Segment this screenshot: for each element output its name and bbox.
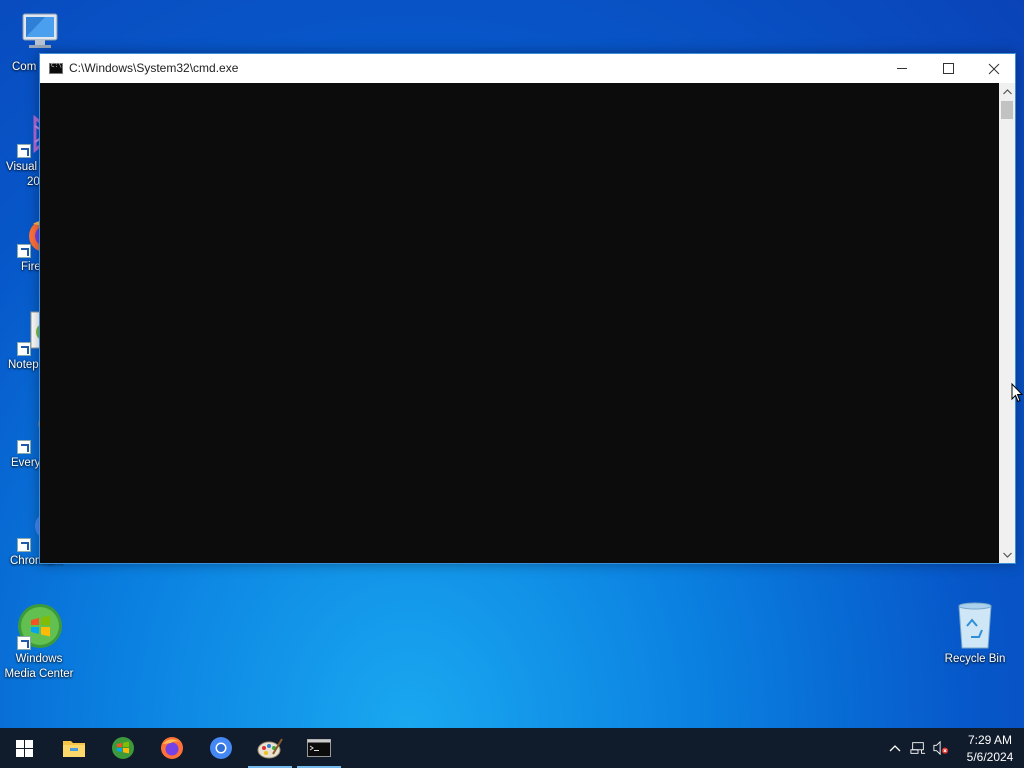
taskbar: 7:29 AM 5/6/2024: [0, 728, 1024, 768]
network-icon[interactable]: [910, 740, 926, 756]
minimize-button[interactable]: [879, 54, 925, 83]
windows-media-center-icon: [112, 737, 134, 759]
mouse-cursor-icon: [1011, 383, 1023, 403]
clock-date: 5/6/2024: [966, 750, 1014, 764]
maximize-button[interactable]: [925, 54, 971, 83]
scroll-up-arrow-icon[interactable]: [999, 83, 1015, 100]
cmd-icon: [49, 62, 63, 74]
taskbar-windows-media-center[interactable]: [99, 728, 147, 768]
close-icon: [988, 63, 1000, 74]
taskbar-paint[interactable]: [246, 728, 294, 768]
firefox-icon: [161, 737, 183, 759]
taskbar-file-explorer[interactable]: [50, 728, 98, 768]
window-title: C:\Windows\System32\cmd.exe: [69, 61, 239, 75]
shortcut-arrow-icon: [17, 440, 31, 454]
close-button[interactable]: [971, 54, 1017, 83]
shortcut-arrow-icon: [17, 538, 31, 552]
taskbar-chromium[interactable]: [197, 728, 245, 768]
desktop-icon-label: Media Center: [4, 668, 74, 680]
minimize-icon: [897, 68, 907, 69]
paint-palette-icon: [257, 738, 283, 759]
system-clock[interactable]: 7:29 AM 5/6/2024: [962, 732, 1018, 766]
scroll-down-arrow-icon[interactable]: [999, 546, 1015, 563]
taskbar-cmd[interactable]: [295, 728, 343, 768]
cmd-window[interactable]: C:\Windows\System32\cmd.exe: [39, 53, 1016, 564]
scrollbar-thumb[interactable]: [1001, 101, 1013, 119]
taskbar-firefox[interactable]: [148, 728, 196, 768]
recycle-bin-icon: [951, 602, 999, 650]
start-button[interactable]: [0, 728, 48, 768]
chromium-icon: [210, 737, 232, 759]
shortcut-arrow-icon: [17, 636, 31, 650]
shortcut-arrow-icon: [17, 342, 31, 356]
title-bar[interactable]: C:\Windows\System32\cmd.exe: [40, 54, 1015, 83]
console-area[interactable]: [40, 83, 999, 563]
shortcut-arrow-icon: [17, 244, 31, 258]
folder-icon: [63, 741, 85, 757]
vertical-scrollbar[interactable]: [999, 83, 1015, 563]
desktop-icon-label: Recycle Bin: [944, 653, 1006, 665]
desktop-icon-windows-media-center[interactable]: Windows Media Center: [0, 602, 78, 682]
windows-media-center-icon: [15, 602, 63, 650]
desktop-icon-label: Windows: [15, 653, 63, 665]
maximize-icon: [942, 63, 954, 74]
clock-time: 7:29 AM: [967, 733, 1013, 747]
volume-muted-icon[interactable]: [933, 740, 949, 756]
desktop-icon-recycle-bin[interactable]: Recycle Bin: [936, 602, 1014, 667]
computer-icon: [15, 10, 63, 58]
cmd-icon: [307, 739, 331, 757]
shortcut-arrow-icon: [17, 144, 31, 158]
windows-logo-icon: [15, 739, 33, 757]
show-hidden-icons-chevron-icon[interactable]: [887, 740, 903, 756]
